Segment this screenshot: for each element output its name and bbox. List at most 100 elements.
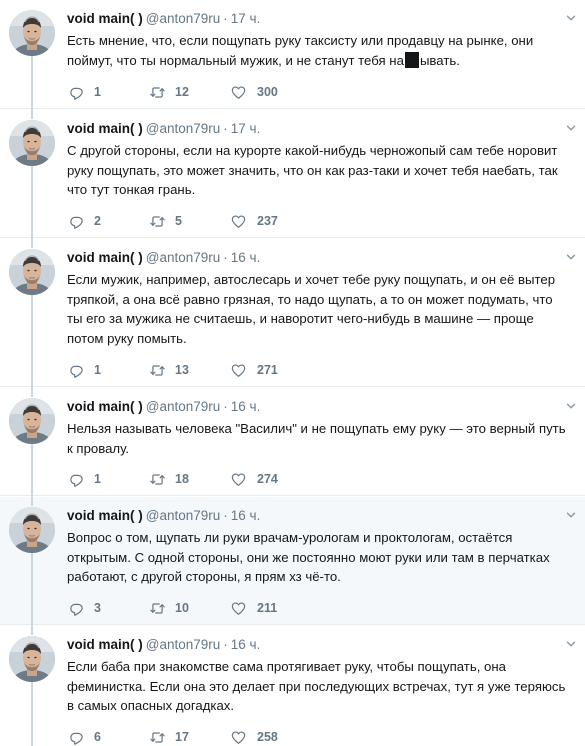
tweet-highlighted[interactable]: void main( ) @anton79ru · 16 ч. Вопрос о то… <box>0 496 585 625</box>
like-icon <box>229 471 248 488</box>
separator-dot: · <box>223 637 228 652</box>
author-name[interactable]: void main( ) <box>67 250 143 265</box>
like-button[interactable]: 258 <box>229 727 278 746</box>
author-handle[interactable]: @anton79ru <box>146 250 221 265</box>
avatar[interactable] <box>9 249 55 295</box>
retweet-icon <box>148 84 167 101</box>
reply-button[interactable]: 1 <box>67 360 101 380</box>
tweet-header: void main( ) @anton79ru · 17 ч. <box>67 10 260 28</box>
caret-down-icon[interactable] <box>566 13 576 23</box>
author-handle[interactable]: @anton79ru <box>146 11 221 26</box>
retweet-button[interactable]: 12 <box>148 82 189 102</box>
reply-button[interactable]: 6 <box>67 727 101 746</box>
tweet[interactable]: void main( ) @anton79ru · 17 ч. Есть мнение… <box>0 0 585 109</box>
like-icon <box>229 729 248 746</box>
like-icon <box>229 213 248 230</box>
avatar[interactable] <box>9 507 55 553</box>
thread-connector-line <box>31 625 33 635</box>
reply-count: 6 <box>94 730 101 744</box>
retweet-icon <box>148 729 167 746</box>
retweet-button[interactable]: 18 <box>148 469 189 489</box>
reply-button[interactable]: 1 <box>67 469 101 489</box>
caret-down-icon[interactable] <box>566 252 576 262</box>
avatar[interactable] <box>9 398 55 444</box>
reply-button[interactable]: 2 <box>67 211 101 231</box>
like-button[interactable]: 274 <box>229 469 278 489</box>
thread-connector-line <box>31 238 33 248</box>
retweet-icon <box>148 362 167 379</box>
tweet-header: void main( ) @anton79ru · 16 ч. <box>67 249 260 267</box>
like-button[interactable]: 211 <box>229 598 277 618</box>
tweet-text: Если мужик, например, автослесарь и хоче… <box>67 272 556 346</box>
reply-icon <box>67 84 86 101</box>
separator-dot: · <box>223 11 228 26</box>
thread-connector-line <box>31 682 33 746</box>
retweet-count: 18 <box>175 472 189 486</box>
retweet-button[interactable]: 17 <box>148 727 189 746</box>
author-name[interactable]: void main( ) <box>67 121 143 136</box>
caret-down-icon[interactable] <box>566 123 576 133</box>
like-button[interactable]: 237 <box>229 211 278 231</box>
author-handle[interactable]: @anton79ru <box>146 399 221 414</box>
retweet-button[interactable]: 5 <box>148 211 182 231</box>
tweet[interactable]: void main( ) @anton79ru · 17 ч. С другой ст… <box>0 109 585 238</box>
avatar[interactable] <box>9 120 55 166</box>
tweet-timestamp[interactable]: 17 ч. <box>231 121 261 136</box>
caret-down-icon[interactable] <box>566 401 576 411</box>
separator-dot: · <box>223 250 228 265</box>
tweet-text: Нельзя называть человека "Василич" и не … <box>67 421 566 456</box>
retweet-count: 10 <box>175 601 189 615</box>
thread-connector-line <box>31 109 33 119</box>
tweet-timestamp[interactable]: 16 ч. <box>231 637 261 652</box>
retweet-icon <box>148 471 167 488</box>
tweet-text-part: Есть мнение, что, если пощупать руку так… <box>67 33 534 68</box>
reply-count: 1 <box>94 472 101 486</box>
caret-down-icon[interactable] <box>566 510 576 520</box>
tweet-text: С другой стороны, если на курорте какой-… <box>67 143 558 198</box>
like-count: 274 <box>257 472 278 486</box>
separator-dot: · <box>223 399 228 414</box>
thread-connector-line <box>31 444 33 496</box>
avatar[interactable] <box>9 10 55 56</box>
tweet[interactable]: void main( ) @anton79ru · 16 ч. Если баба п… <box>0 625 585 746</box>
reply-icon <box>67 600 86 617</box>
tweet-timestamp[interactable]: 16 ч. <box>231 250 261 265</box>
tweet-timestamp[interactable]: 17 ч. <box>231 11 261 26</box>
author-handle[interactable]: @anton79ru <box>146 121 221 136</box>
author-name[interactable]: void main( ) <box>67 11 143 26</box>
censor-block <box>404 51 419 68</box>
like-icon <box>229 84 248 101</box>
like-button[interactable]: 300 <box>229 82 278 102</box>
like-icon <box>229 362 248 379</box>
tweet-header: void main( ) @anton79ru · 16 ч. <box>67 507 260 525</box>
author-handle[interactable]: @anton79ru <box>146 637 221 652</box>
thread-connector-line <box>31 553 33 625</box>
avatar[interactable] <box>9 636 55 682</box>
tweet-timestamp[interactable]: 16 ч. <box>231 508 261 523</box>
tweet[interactable]: void main( ) @anton79ru · 16 ч. Нельзя назы… <box>0 387 585 496</box>
author-handle[interactable]: @anton79ru <box>146 508 221 523</box>
author-name[interactable]: void main( ) <box>67 508 143 523</box>
tweet-text: Вопрос о том, щупать ли руки врачам-урол… <box>67 530 550 585</box>
reply-button[interactable]: 1 <box>67 82 101 102</box>
author-name[interactable]: void main( ) <box>67 637 143 652</box>
retweet-count: 5 <box>175 214 182 228</box>
reply-icon <box>67 471 86 488</box>
thread-connector-line <box>31 166 33 238</box>
author-name[interactable]: void main( ) <box>67 399 143 414</box>
reply-count: 2 <box>94 214 101 228</box>
like-count: 237 <box>257 214 278 228</box>
like-button[interactable]: 271 <box>229 360 278 380</box>
caret-down-icon[interactable] <box>566 639 576 649</box>
tweet[interactable]: void main( ) @anton79ru · 16 ч. Если мужик,… <box>0 238 585 387</box>
reply-icon <box>67 729 86 746</box>
retweet-button[interactable]: 13 <box>148 360 189 380</box>
tweet-timestamp[interactable]: 16 ч. <box>231 399 261 414</box>
like-count: 211 <box>257 601 278 615</box>
tweet-header: void main( ) @anton79ru · 16 ч. <box>67 636 260 654</box>
tweet-thread: void main( ) @anton79ru · 17 ч. Есть мнение… <box>0 0 585 746</box>
reply-button[interactable]: 3 <box>67 598 101 618</box>
reply-icon <box>67 213 86 230</box>
tweet-text: Есть мнение, что, если пощупать руку так… <box>67 31 567 70</box>
retweet-button[interactable]: 10 <box>148 598 189 618</box>
